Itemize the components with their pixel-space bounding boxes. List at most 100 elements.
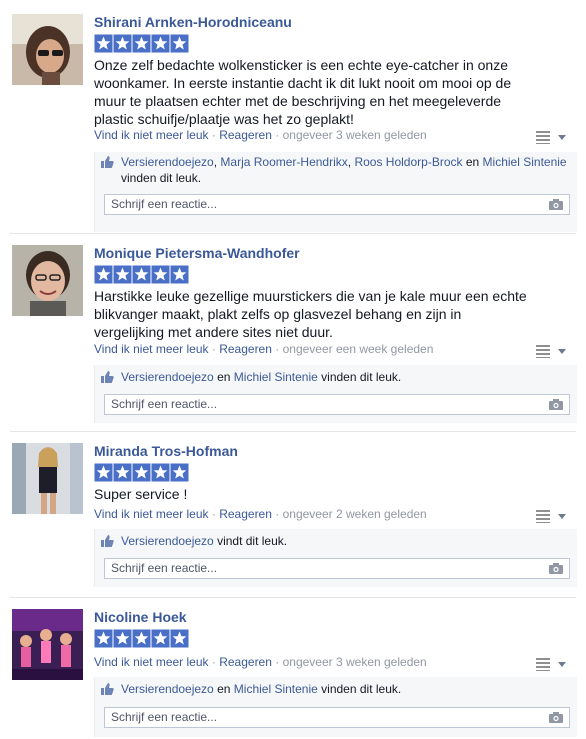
camera-icon[interactable] xyxy=(549,563,563,574)
unlike-link[interactable]: Vind ik niet meer leuk xyxy=(94,655,209,669)
rating-stars xyxy=(94,34,189,53)
star-icon xyxy=(132,34,151,53)
star-icon xyxy=(170,463,189,482)
timestamp[interactable]: ongeveer een week geleden xyxy=(283,342,434,356)
unlike-link[interactable]: Vind ik niet meer leuk xyxy=(94,507,209,521)
liker-link[interactable]: Roos Holdorp-Brock xyxy=(354,155,462,169)
divider xyxy=(10,233,576,234)
likes-suffix: vinden dit leuk. xyxy=(121,171,202,185)
comment-placeholder: Schrijf een reactie... xyxy=(111,710,218,724)
likes-row: Versierendoejezo en Michiel Sintenie vin… xyxy=(95,365,577,388)
comment-placeholder: Schrijf een reactie... xyxy=(111,197,218,211)
star-icon xyxy=(132,265,151,284)
divider xyxy=(10,431,576,432)
menu-dropdown-icon[interactable] xyxy=(534,129,570,145)
separator-dot: · xyxy=(275,342,280,356)
star-icon xyxy=(170,265,189,284)
star-icon xyxy=(151,34,170,53)
likes-suffix: vinden dit leuk. xyxy=(321,370,402,384)
separator-dot: · xyxy=(211,655,216,669)
separator-dot: · xyxy=(211,342,216,356)
timestamp[interactable]: ongeveer 3 weken geleden xyxy=(283,128,427,142)
star-icon xyxy=(132,629,151,648)
like-thumb-icon xyxy=(101,683,114,695)
review-item: Nicoline Hoek Vind ik niet meer leuk · R… xyxy=(0,609,586,739)
like-thumb-icon xyxy=(101,156,114,168)
rating-stars xyxy=(94,463,189,482)
likes-suffix: vinden dit leuk. xyxy=(321,682,402,696)
likes-row: Versierendoejezo en Michiel Sintenie vin… xyxy=(95,677,577,700)
liker-link[interactable]: Versierendoejezo xyxy=(121,155,214,169)
separator-dot: · xyxy=(275,128,280,142)
menu-dropdown-icon[interactable] xyxy=(534,343,570,359)
review-actions: Vind ik niet meer leuk · Reageren · onge… xyxy=(94,507,427,521)
unlike-link[interactable]: Vind ik niet meer leuk xyxy=(94,128,209,142)
conjunction: en xyxy=(217,370,231,384)
comment-input[interactable]: Schrijf een reactie... xyxy=(104,707,570,728)
liker-link[interactable]: Marja Roomer-Hendrikx xyxy=(220,155,347,169)
reply-link[interactable]: Reageren xyxy=(219,655,272,669)
camera-icon[interactable] xyxy=(549,199,563,210)
star-icon xyxy=(170,629,189,648)
avatar[interactable] xyxy=(12,245,83,316)
star-icon xyxy=(94,265,113,284)
star-icon xyxy=(170,34,189,53)
rating-stars xyxy=(94,629,189,648)
likes-row: Versierendoejezo, Marja Roomer-Hendrikx,… xyxy=(95,152,577,189)
star-icon xyxy=(113,629,132,648)
comment-input[interactable]: Schrijf een reactie... xyxy=(104,394,570,415)
timestamp[interactable]: ongeveer 3 weken geleden xyxy=(283,655,427,669)
review-text: Onze zelf bedachte wolkensticker is een … xyxy=(94,57,512,127)
separator-dot: · xyxy=(211,507,216,521)
reply-link[interactable]: Reageren xyxy=(219,128,272,142)
menu-dropdown-icon[interactable] xyxy=(534,656,570,672)
liker-link[interactable]: Michiel Sintenie xyxy=(234,370,318,384)
liker-link[interactable]: Michiel Sintenie xyxy=(483,155,567,169)
separator-dot: · xyxy=(275,507,280,521)
avatar[interactable] xyxy=(12,443,83,514)
separator-dot: · xyxy=(275,655,280,669)
divider xyxy=(10,597,576,598)
star-icon xyxy=(94,463,113,482)
reply-link[interactable]: Reageren xyxy=(219,507,272,521)
liker-link[interactable]: Versierendoejezo xyxy=(121,370,214,384)
star-icon xyxy=(94,34,113,53)
reviewer-name[interactable]: Shirani Arnken-Horodniceanu xyxy=(94,14,292,30)
reply-link[interactable]: Reageren xyxy=(219,342,272,356)
conjunction: en xyxy=(465,155,480,169)
star-icon xyxy=(113,463,132,482)
reviewer-name[interactable]: Monique Pietersma-Wandhofer xyxy=(94,245,300,261)
star-icon xyxy=(151,629,170,648)
avatar[interactable] xyxy=(12,14,83,85)
star-icon xyxy=(113,265,132,284)
comment-placeholder: Schrijf een reactie... xyxy=(111,397,218,411)
camera-icon[interactable] xyxy=(549,712,563,723)
liker-link[interactable]: Michiel Sintenie xyxy=(234,682,318,696)
review-text: Super service ! xyxy=(94,486,188,502)
camera-icon[interactable] xyxy=(549,399,563,410)
rating-stars xyxy=(94,265,189,284)
comment-input[interactable]: Schrijf een reactie... xyxy=(104,194,570,215)
review-actions: Vind ik niet meer leuk · Reageren · onge… xyxy=(94,342,433,356)
avatar[interactable] xyxy=(12,609,83,680)
comment-input[interactable]: Schrijf een reactie... xyxy=(104,558,570,579)
menu-dropdown-icon[interactable] xyxy=(534,508,570,524)
like-thumb-icon xyxy=(101,535,114,547)
liker-link[interactable]: Versierendoejezo xyxy=(121,534,214,548)
unlike-link[interactable]: Vind ik niet meer leuk xyxy=(94,342,209,356)
likes-row: Versierendoejezo vindt dit leuk. xyxy=(95,529,577,552)
review-text: Harstikke leuke gezellige muurstickers d… xyxy=(94,288,527,340)
review-item: Miranda Tros-Hofman Super service ! Vind… xyxy=(0,443,586,593)
reviewer-name[interactable]: Miranda Tros-Hofman xyxy=(94,443,238,459)
separator-dot: · xyxy=(211,128,216,142)
liker-link[interactable]: Versierendoejezo xyxy=(121,682,214,696)
star-icon xyxy=(132,463,151,482)
comment-placeholder: Schrijf een reactie... xyxy=(111,561,218,575)
like-thumb-icon xyxy=(101,371,114,383)
review-actions: Vind ik niet meer leuk · Reageren · onge… xyxy=(94,655,427,669)
timestamp[interactable]: ongeveer 2 weken geleden xyxy=(283,507,427,521)
likes-summary: Versierendoejezo, Marja Roomer-Hendrikx,… xyxy=(94,152,577,232)
star-icon xyxy=(151,265,170,284)
star-icon xyxy=(151,463,170,482)
reviewer-name[interactable]: Nicoline Hoek xyxy=(94,609,187,625)
